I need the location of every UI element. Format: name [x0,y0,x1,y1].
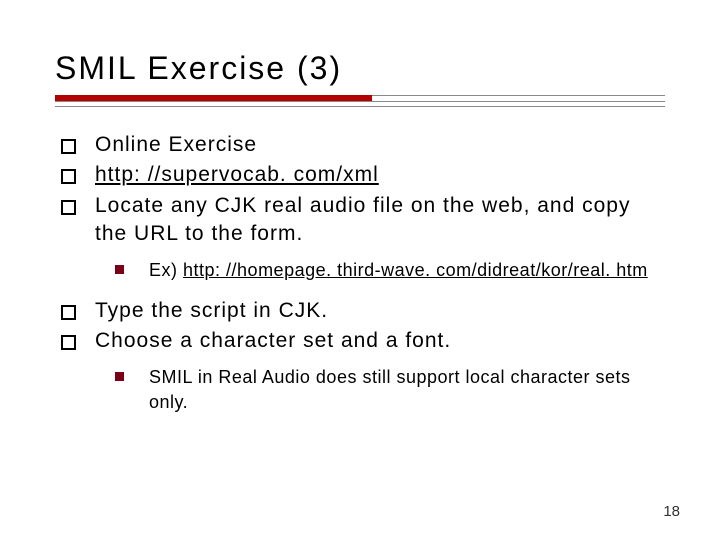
list-item: Locate any CJK real audio file on the we… [61,192,665,283]
bullet-text: Type the script in CJK. [95,299,328,322]
bullet-link[interactable]: http: //supervocab. com/xml [95,163,379,186]
sub-list: Ex) http: //homepage. third-wave. com/di… [95,258,665,282]
list-item: Ex) http: //homepage. third-wave. com/di… [115,258,665,282]
bullet-list: Online Exercise http: //supervocab. com/… [55,131,665,414]
list-item: Choose a character set and a font. SMIL … [61,327,665,414]
sub-list: SMIL in Real Audio does still support lo… [95,365,665,414]
list-item: Online Exercise [61,131,665,159]
bullet-text: Choose a character set and a font. [95,329,451,352]
page-number: 18 [663,503,680,520]
bullet-text: Online Exercise [95,133,257,156]
title-underline [55,95,665,113]
list-item: http: //supervocab. com/xml [61,161,665,189]
slide-title: SMIL Exercise (3) [55,50,665,87]
slide-body: Online Exercise http: //supervocab. com/… [55,131,665,414]
list-item: SMIL in Real Audio does still support lo… [115,365,665,414]
sub-link[interactable]: http: //homepage. third-wave. com/didrea… [183,260,648,280]
sub-prefix: Ex) [149,260,183,280]
list-item: Type the script in CJK. [61,297,665,325]
sub-text: SMIL in Real Audio does still support lo… [149,367,631,411]
bullet-text: Locate any CJK real audio file on the we… [95,194,630,245]
